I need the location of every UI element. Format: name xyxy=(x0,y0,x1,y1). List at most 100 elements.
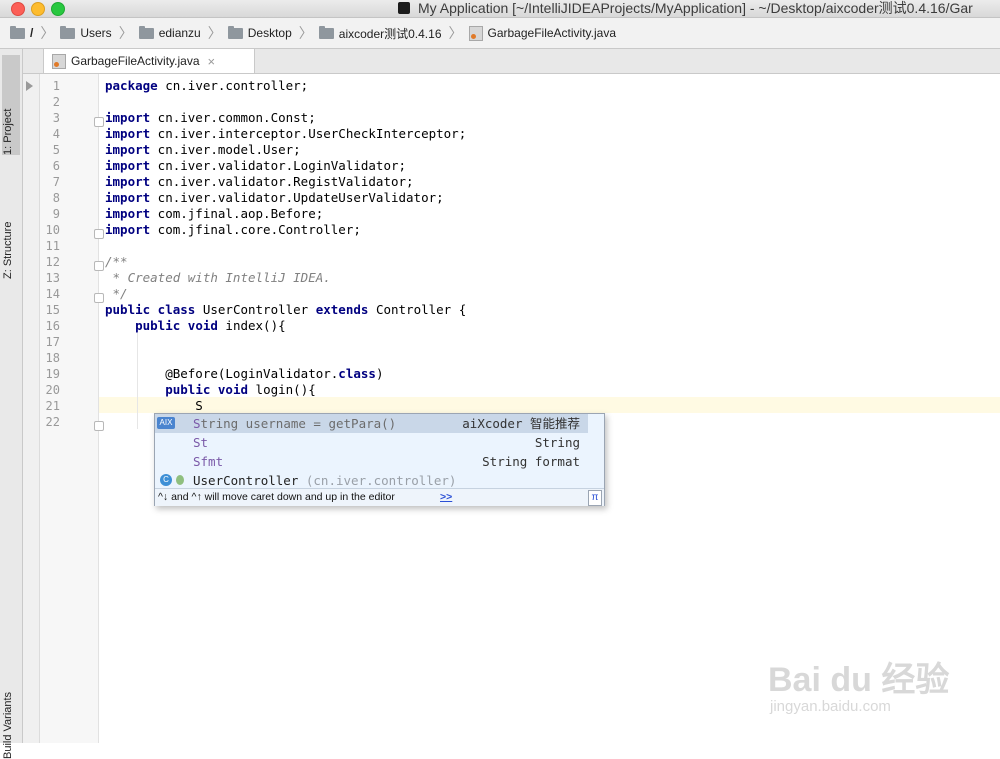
completion-match: UserController xyxy=(193,473,299,488)
code-token: /** xyxy=(105,254,128,269)
code-token: public void xyxy=(135,318,218,333)
code-line[interactable]: package cn.iver.controller; xyxy=(105,78,308,94)
tool-window-strip: 1: Project Z: Structure Build Variants xyxy=(0,49,23,759)
chevron-right-icon: 〉 xyxy=(207,25,222,41)
close-icon[interactable]: × xyxy=(208,54,216,69)
code-token: extends xyxy=(315,302,369,317)
line-number: 14 xyxy=(45,287,60,301)
code-line[interactable]: import cn.iver.model.User; xyxy=(105,142,301,158)
breadcrumb-label: aixcoder测试0.4.16 xyxy=(338,26,442,41)
completion-more-link[interactable]: >> xyxy=(440,489,452,506)
tab-project[interactable]: 1: Project xyxy=(2,55,20,155)
line-number: 21 xyxy=(45,399,60,413)
code-line[interactable]: import com.jfinal.aop.Before; xyxy=(105,206,323,222)
code-token: login(){ xyxy=(248,382,316,397)
completion-item[interactable]: AIX String username = getPara() aiXcoder 智… xyxy=(155,414,588,433)
line-number: 15 xyxy=(45,303,60,317)
maximize-window-button[interactable] xyxy=(51,2,65,16)
tab-build-variants[interactable]: Build Variants xyxy=(2,609,20,759)
code-line[interactable]: S xyxy=(105,398,203,414)
line-number: 2 xyxy=(52,95,60,109)
code-token: import xyxy=(105,142,151,157)
line-number: 12 xyxy=(45,255,60,269)
breadcrumb-desktop[interactable]: Desktop xyxy=(227,25,298,40)
code-token: import xyxy=(105,158,151,173)
editor-tab-label: GarbageFileActivity.java xyxy=(71,54,200,68)
completion-label: St xyxy=(193,433,208,452)
line-number: 4 xyxy=(52,127,60,141)
line-number: 11 xyxy=(45,239,60,253)
breadcrumb-root[interactable]: / xyxy=(10,25,39,40)
code-token: UserController xyxy=(195,302,316,317)
fold-marker-icon[interactable] xyxy=(94,229,104,239)
code-line[interactable]: import cn.iver.validator.LoginValidator; xyxy=(105,158,406,174)
code-token: */ xyxy=(105,286,128,301)
code-line[interactable]: import cn.iver.common.Const; xyxy=(105,110,316,126)
code-token: import xyxy=(105,206,151,221)
line-number: 19 xyxy=(45,367,60,381)
line-number: 7 xyxy=(52,175,60,189)
line-number: 13 xyxy=(45,271,60,285)
code-line[interactable]: * Created with IntelliJ IDEA. xyxy=(105,270,331,286)
code-token: cn.iver.validator.LoginValidator; xyxy=(150,158,407,173)
line-number: 6 xyxy=(52,159,60,173)
completion-match: S xyxy=(193,416,201,431)
completion-label: Sfmt xyxy=(193,452,223,471)
window-title: My Application [~/IntelliJIDEAProjects/M… xyxy=(418,0,973,16)
fold-marker-icon[interactable] xyxy=(94,117,104,127)
fold-marker-icon[interactable] xyxy=(94,261,104,271)
code-token: index(){ xyxy=(217,318,286,333)
breadcrumb-label: edianzu xyxy=(158,26,201,40)
completion-item[interactable]: St String xyxy=(155,433,588,452)
code-line[interactable]: /** xyxy=(105,254,128,270)
code-line[interactable]: import cn.iver.validator.UpdateUserValid… xyxy=(105,190,444,206)
fold-marker-icon[interactable] xyxy=(94,421,104,431)
code-line[interactable]: public class UserController extends Cont… xyxy=(105,302,466,318)
editor-tab-garbagefileactivity[interactable]: GarbageFileActivity.java × xyxy=(43,49,255,73)
visibility-icon xyxy=(176,475,184,485)
folder-icon xyxy=(318,25,334,39)
chevron-right-icon: 〉 xyxy=(298,25,313,41)
indent-guide xyxy=(137,333,138,429)
watermark-brand: Bai du 经验 xyxy=(768,661,950,699)
completion-match: St xyxy=(193,435,209,450)
breadcrumb-label: GarbageFileActivity.java xyxy=(487,26,617,40)
folder-icon xyxy=(60,25,76,39)
line-number: 16 xyxy=(45,319,60,333)
fold-marker-icon[interactable] xyxy=(94,293,104,303)
chevron-right-icon: 〉 xyxy=(118,25,133,41)
code-token: cn.iver.interceptor.UserCheckInterceptor… xyxy=(150,126,467,141)
completion-item[interactable]: Sfmt String format xyxy=(155,452,588,471)
code-token: cn.iver.controller; xyxy=(157,78,309,93)
run-arrow-icon[interactable] xyxy=(26,81,33,91)
breadcrumb-label: / xyxy=(30,26,34,40)
breadcrumb-users[interactable]: Users xyxy=(60,25,117,40)
code-token: Controller { xyxy=(368,302,467,317)
breadcrumb-aixcoder-folder[interactable]: aixcoder测试0.4.16 xyxy=(318,25,448,42)
code-token: cn.iver.validator.RegistValidator; xyxy=(150,174,414,189)
code-token: public void xyxy=(165,382,249,397)
breadcrumb-edianzu[interactable]: edianzu xyxy=(138,25,207,40)
minimize-window-button[interactable] xyxy=(31,2,45,16)
current-line-highlight xyxy=(99,397,1000,413)
chevron-right-icon: 〉 xyxy=(448,25,463,41)
code-line[interactable]: import com.jfinal.core.Controller; xyxy=(105,222,361,238)
code-line[interactable]: @Before(LoginValidator.class) xyxy=(105,366,383,382)
code-line[interactable]: import cn.iver.interceptor.UserCheckInte… xyxy=(105,126,466,142)
tab-structure[interactable]: Z: Structure xyxy=(2,149,20,279)
pi-button[interactable]: π xyxy=(588,490,602,506)
code-line[interactable]: import cn.iver.validator.RegistValidator… xyxy=(105,174,414,190)
line-number: 17 xyxy=(45,335,60,349)
folder-icon xyxy=(227,25,243,39)
code-token: ) xyxy=(375,366,384,381)
close-window-button[interactable] xyxy=(11,2,25,16)
code-token: public class xyxy=(105,302,196,317)
breadcrumb-label: Users xyxy=(80,26,112,40)
completion-rest: tring username = getPara() xyxy=(200,416,397,431)
breadcrumb-file[interactable]: GarbageFileActivity.java xyxy=(468,25,623,41)
line-number: 5 xyxy=(52,143,60,157)
code-token: * Created with IntelliJ IDEA. xyxy=(105,270,331,285)
code-line[interactable]: */ xyxy=(105,286,128,302)
code-line[interactable]: public void index(){ xyxy=(105,318,286,334)
